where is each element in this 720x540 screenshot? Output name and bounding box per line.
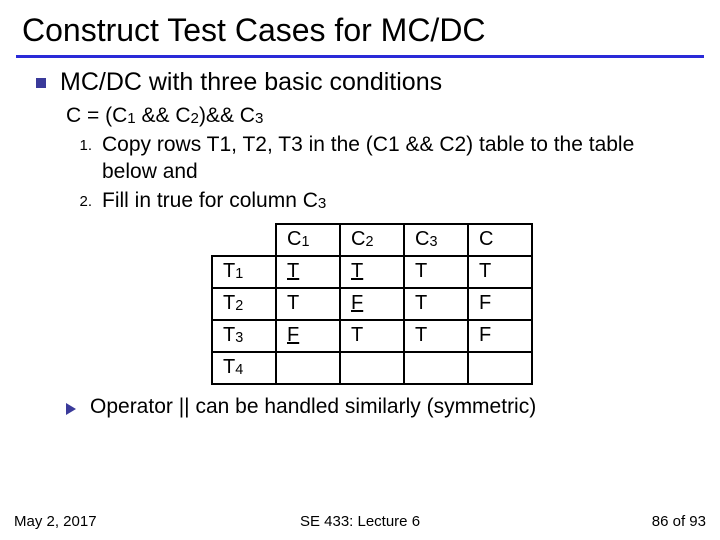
table-cell: T [404, 256, 468, 288]
table-row-label: T2 [212, 288, 276, 320]
table-row: T1TTTT [212, 256, 532, 288]
title-rule [16, 55, 704, 58]
table-column-header: C [468, 224, 532, 256]
table-row-label: T1 [212, 256, 276, 288]
table-corner-cell [212, 224, 276, 256]
triangle-bullet-icon [66, 403, 76, 415]
table-cell: T [404, 288, 468, 320]
table-column-header: C2 [340, 224, 404, 256]
table-row: T2TFTF [212, 288, 532, 320]
step-text: Fill in true for column C3 [102, 188, 684, 215]
content-area: MC/DC with three basic conditions C = (C… [0, 68, 720, 419]
footer-course: SE 433: Lecture 6 [300, 513, 420, 530]
table-cell [468, 352, 532, 384]
bullet2-text: Operator || can be handled similarly (sy… [90, 395, 536, 419]
step-number: 2. [66, 188, 92, 215]
footer-page: 86 of 93 [652, 513, 706, 530]
table-cell [404, 352, 468, 384]
table-cell: F [340, 288, 404, 320]
table-cell: T [404, 320, 468, 352]
step-item: 1.Copy rows T1, T2, T3 in the (C1 && C2)… [66, 132, 684, 186]
table-cell [276, 352, 340, 384]
table-cell: F [468, 288, 532, 320]
table-cell: T [340, 320, 404, 352]
table-cell: T [468, 256, 532, 288]
table-cell: T [276, 288, 340, 320]
table-column-header: C1 [276, 224, 340, 256]
table-column-header: C3 [404, 224, 468, 256]
footer-date: May 2, 2017 [14, 513, 97, 530]
truth-table-wrap: C1C2C3CT1TTTTT2TFTFT3FTTFT4 [211, 223, 684, 385]
table-cell: T [276, 256, 340, 288]
table-cell: F [468, 320, 532, 352]
bullet-level1: MC/DC with three basic conditions [36, 68, 684, 97]
indented-block: C = (C1 && C2)&& C3 1.Copy rows T1, T2, … [66, 103, 684, 385]
step-item: 2. Fill in true for column C3 [66, 188, 684, 215]
table-cell: F [276, 320, 340, 352]
table-header-row: C1C2C3C [212, 224, 532, 256]
table-row: T4 [212, 352, 532, 384]
truth-table: C1C2C3CT1TTTTT2TFTFT3FTTFT4 [211, 223, 533, 385]
table-row-label: T4 [212, 352, 276, 384]
equation-line: C = (C1 && C2)&& C3 [66, 103, 684, 130]
step-text: Copy rows T1, T2, T3 in the (C1 && C2) t… [102, 132, 684, 186]
table-cell [340, 352, 404, 384]
page-title: Construct Test Cases for MC/DC [0, 0, 720, 55]
numbered-steps: 1.Copy rows T1, T2, T3 in the (C1 && C2)… [66, 132, 684, 215]
step-number: 1. [66, 132, 92, 186]
square-bullet-icon [36, 78, 46, 88]
table-row-label: T3 [212, 320, 276, 352]
table-row: T3FTTF [212, 320, 532, 352]
table-cell: T [340, 256, 404, 288]
bullet1-text: MC/DC with three basic conditions [60, 68, 442, 97]
bullet-level2: Operator || can be handled similarly (sy… [66, 395, 684, 419]
